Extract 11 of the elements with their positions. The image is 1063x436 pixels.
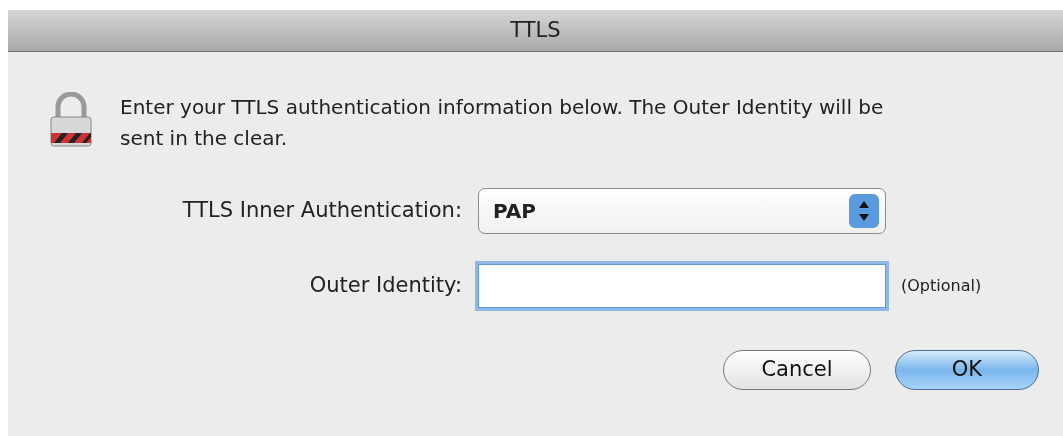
padlock-icon [48,92,94,148]
info-message: Enter your TTLS authentication information below. The Outer Identity will be sent in the clear. [120,94,885,152]
stepper-arrows-icon [849,194,879,228]
dropdown[interactable]: PAP [478,188,886,234]
field-label: TTLS Inner Authentication: [181,197,463,225]
optional-hint: (Optional) [901,275,982,297]
input-field[interactable] [478,264,886,308]
push-button[interactable]: Cancel [723,350,871,390]
field-label: Outer Identity: [308,272,463,300]
default-button[interactable]: OK [895,350,1039,390]
window-title: TTLS [510,16,561,44]
